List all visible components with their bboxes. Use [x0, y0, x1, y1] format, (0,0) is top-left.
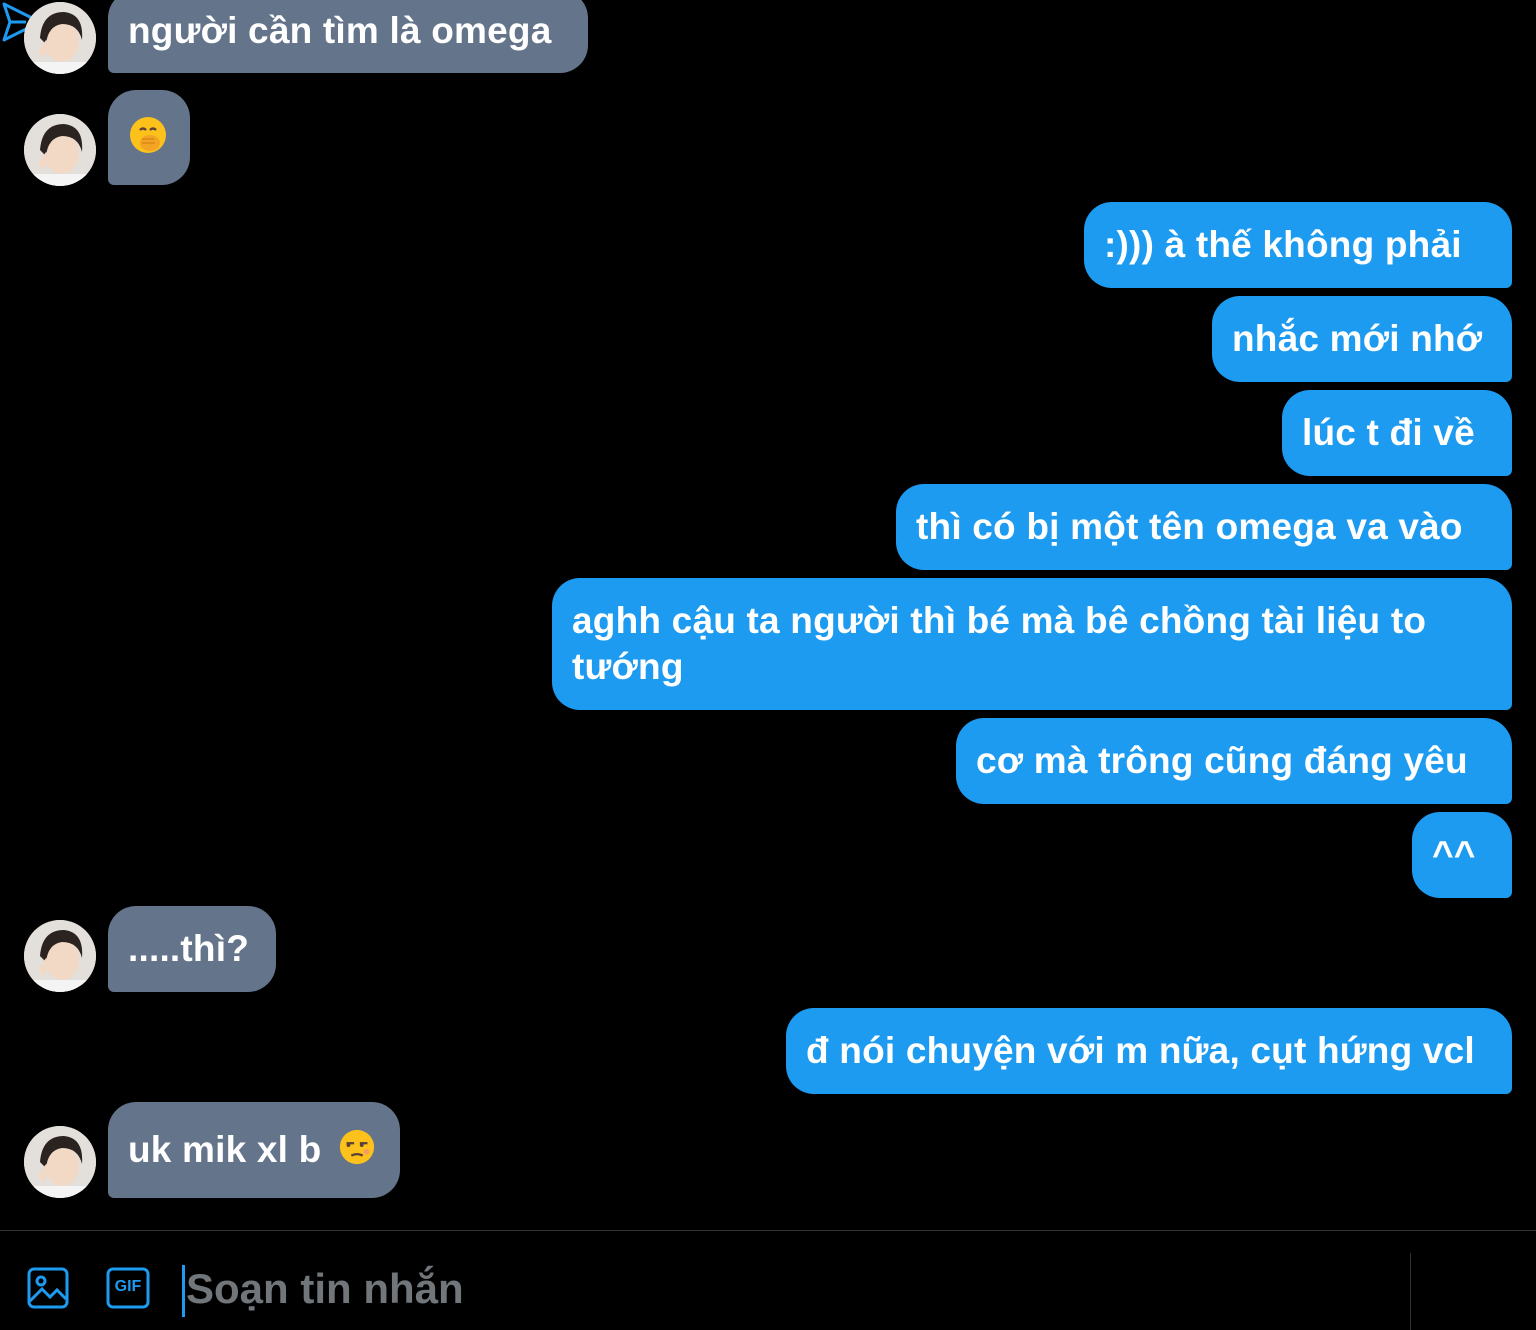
- message-text: aghh cậu ta người thì bé mà bê chồng tài…: [572, 600, 1427, 687]
- face-with-hand-over-mouth-emoji: [128, 115, 168, 166]
- gif-icon[interactable]: GIF: [106, 1267, 150, 1309]
- outgoing-message[interactable]: aghh cậu ta người thì bé mà bê chồng tài…: [552, 578, 1512, 710]
- image-icon[interactable]: [27, 1267, 69, 1309]
- incoming-message[interactable]: người cần tìm là omega: [108, 0, 588, 73]
- avatar[interactable]: [24, 2, 96, 74]
- avatar-photo: [24, 2, 96, 74]
- avatar[interactable]: [24, 114, 96, 186]
- outgoing-message[interactable]: lúc t đi về: [1282, 390, 1512, 476]
- message-text: uk mik xl b: [128, 1129, 322, 1170]
- avatar-photo: [24, 1126, 96, 1198]
- message-text: người cần tìm là omega: [128, 10, 552, 51]
- message-text: đ nói chuyện với m nữa, cụt hứng vcl: [806, 1030, 1475, 1071]
- message-thread[interactable]: người cần tìm là omega :))) à thế không …: [0, 0, 1536, 1230]
- avatar[interactable]: [24, 1126, 96, 1198]
- avatar-photo: [24, 114, 96, 186]
- incoming-message[interactable]: uk mik xl b: [108, 1102, 400, 1198]
- message-text: thì có bị một tên omega va vào: [916, 506, 1463, 547]
- avatar-photo: [24, 920, 96, 992]
- gif-label: GIF: [114, 1278, 142, 1295]
- text-cursor: [182, 1265, 185, 1317]
- outgoing-message[interactable]: ^^: [1412, 812, 1512, 898]
- message-composer: GIF: [0, 1230, 1536, 1330]
- message-text: .....thì?: [128, 928, 250, 969]
- outgoing-message[interactable]: đ nói chuyện với m nữa, cụt hứng vcl: [786, 1008, 1512, 1094]
- outgoing-message[interactable]: :))) à thế không phải: [1084, 202, 1512, 288]
- outgoing-message[interactable]: cơ mà trông cũng đáng yêu: [956, 718, 1512, 804]
- message-text: nhắc mới nhớ: [1232, 318, 1483, 359]
- message-text: ^^: [1432, 834, 1476, 875]
- incoming-message[interactable]: [108, 90, 190, 185]
- composer-divider: [1410, 1253, 1411, 1330]
- message-text: cơ mà trông cũng đáng yêu: [976, 740, 1468, 781]
- outgoing-message[interactable]: nhắc mới nhớ: [1212, 296, 1512, 382]
- message-input[interactable]: [182, 1261, 1386, 1317]
- outgoing-message[interactable]: thì có bị một tên omega va vào: [896, 484, 1512, 570]
- message-text: :))) à thế không phải: [1104, 224, 1462, 265]
- message-text: lúc t đi về: [1302, 412, 1475, 453]
- incoming-message[interactable]: .....thì?: [108, 906, 276, 992]
- unamused-face-emoji: [338, 1128, 376, 1177]
- avatar[interactable]: [24, 920, 96, 992]
